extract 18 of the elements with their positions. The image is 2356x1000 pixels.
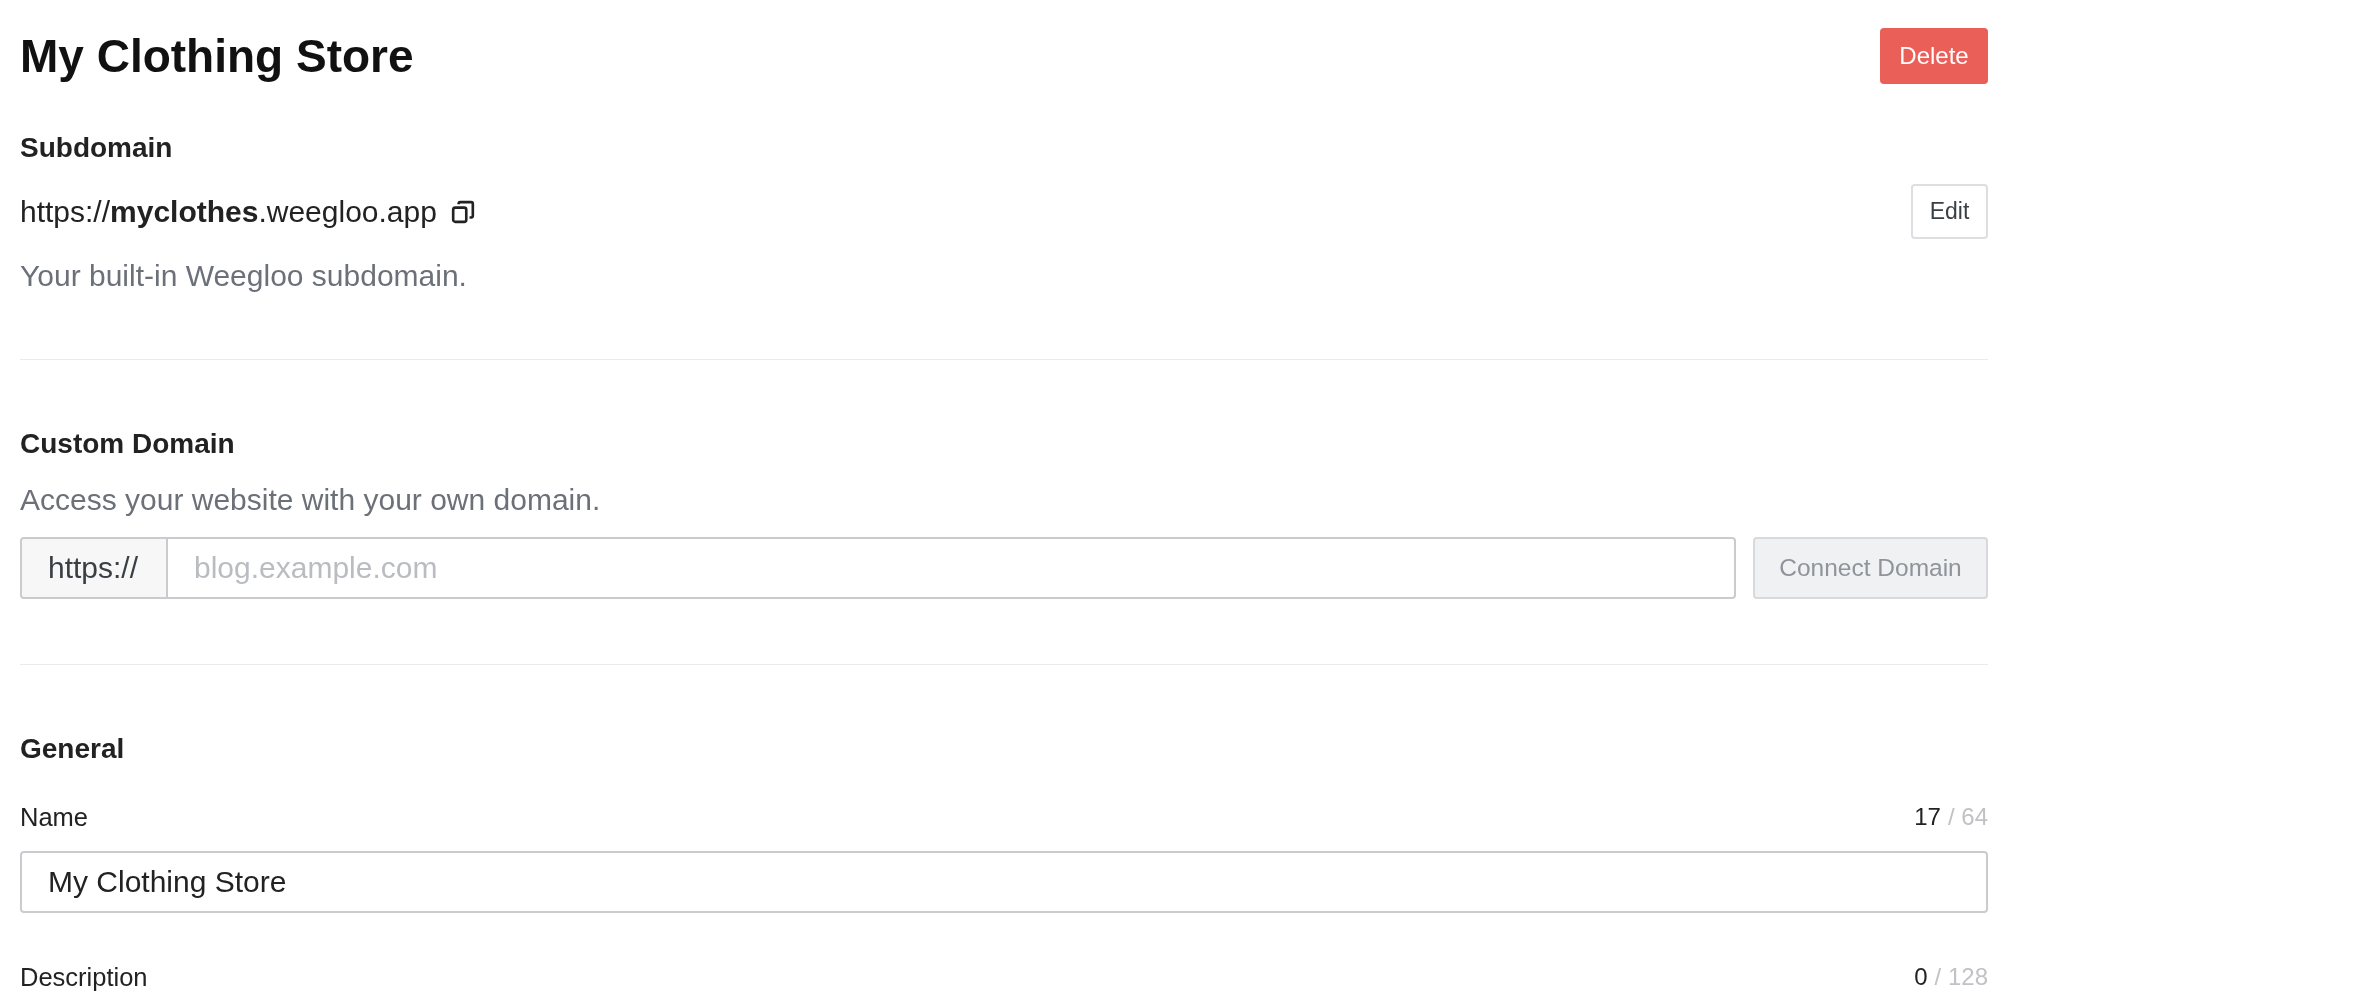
section-heading: Custom Domain	[20, 427, 235, 461]
character-count: 0	[1914, 962, 1928, 992]
help-text: Access your website with your own domain.	[20, 482, 601, 518]
character-limit: / 64	[1947, 802, 1988, 832]
field-label: Description	[20, 962, 148, 993]
domain-input[interactable]: blog.example.com	[168, 537, 1736, 599]
character-count: 17	[1914, 802, 1941, 832]
subdomain-url: https://myclothes.weegloo.app	[20, 193, 437, 230]
text-input[interactable]: My Clothing Store	[20, 851, 1988, 913]
copy-icon[interactable]	[450, 199, 475, 224]
section-heading: General	[20, 732, 125, 766]
section-heading: Subdomain	[20, 131, 173, 165]
character-limit: / 128	[1934, 962, 1988, 992]
field-label: Name	[20, 802, 89, 833]
url-prefix: https://	[20, 537, 168, 599]
edit-button[interactable]: Edit	[1911, 184, 1988, 239]
help-text: Your built-in Weegloo subdomain.	[20, 258, 467, 294]
page-title: My Clothing Store	[20, 29, 414, 84]
